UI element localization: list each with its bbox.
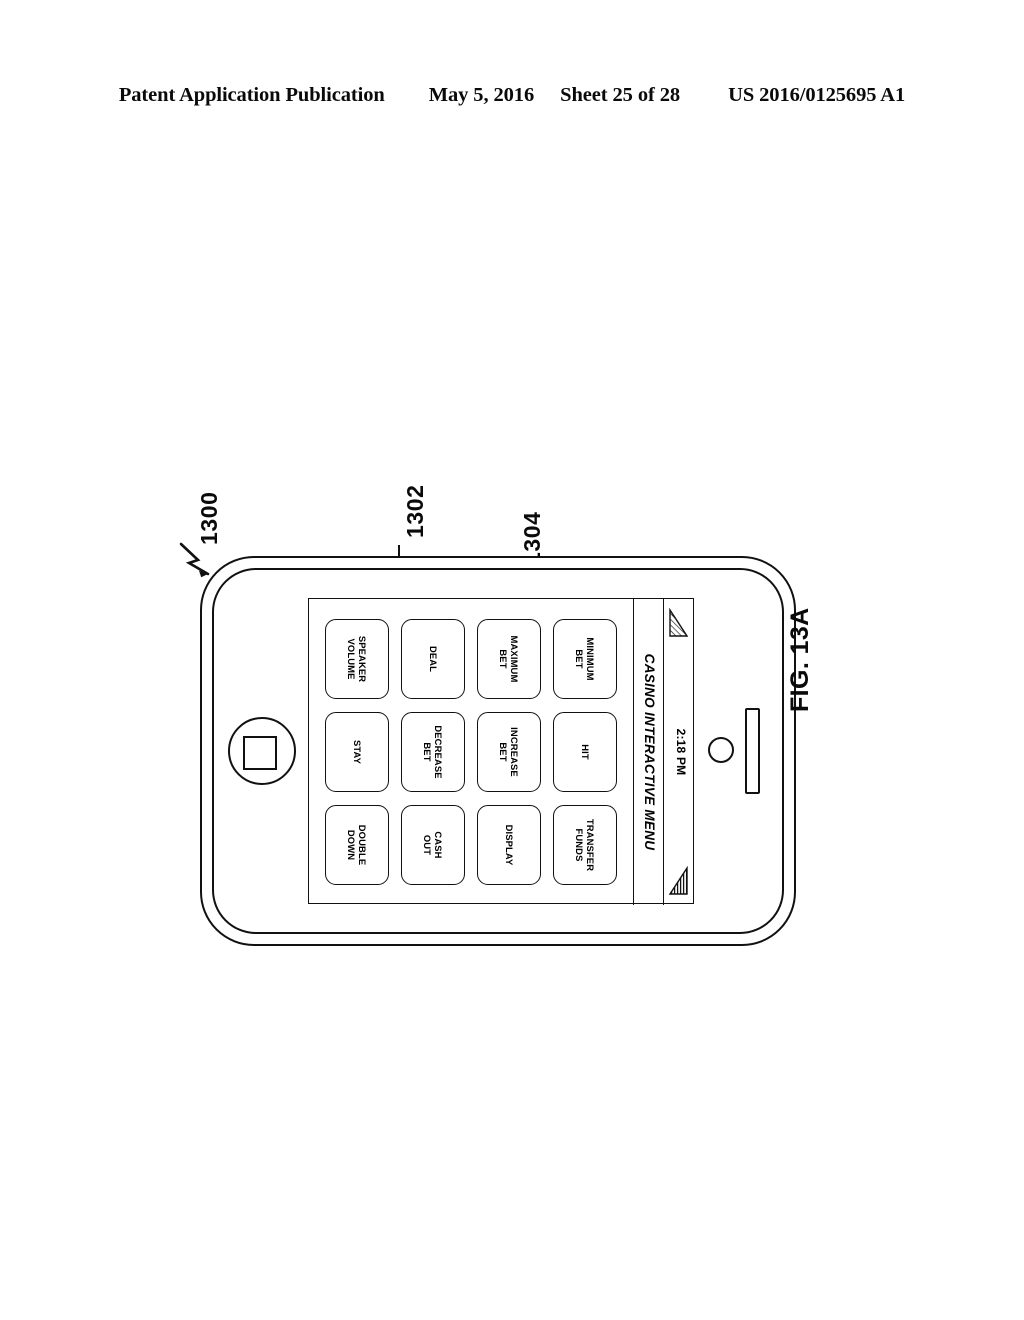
cash-out-button[interactable]: CASH OUT	[401, 805, 465, 885]
increase-bet-button[interactable]: INCREASE BET	[477, 712, 541, 792]
status-bar-time: 2:18 PM	[674, 728, 688, 776]
home-button[interactable]	[228, 717, 296, 785]
maximum-bet-button[interactable]: MAXIMUM BET	[477, 619, 541, 699]
hit-button[interactable]: HIT	[553, 712, 617, 792]
menu-title-text: CASINO INTERACTIVE MENU	[642, 653, 657, 851]
casino-menu-button-grid: MINIMUM BET HIT TRANSFER FUNDS MAXIMUM B…	[307, 599, 633, 905]
transfer-funds-button[interactable]: TRANSFER FUNDS	[553, 805, 617, 885]
battery-icon	[668, 866, 688, 895]
stay-button[interactable]: STAY	[325, 712, 389, 792]
patent-figure-13a: 1300 1302 1304 2:18 PM CASINO INTERACTIV…	[0, 0, 1024, 1320]
mobile-device: 2:18 PM CASINO INTERACTIVE MENU MINIMUM …	[200, 556, 796, 946]
double-down-button[interactable]: DOUBLE DOWN	[325, 805, 389, 885]
status-bar: 2:18 PM	[663, 599, 693, 905]
reference-numeral-1300: 1300	[196, 491, 222, 545]
mobile-device-wrapper: 2:18 PM CASINO INTERACTIVE MENU MINIMUM …	[200, 556, 796, 946]
front-camera-icon	[708, 737, 734, 763]
deal-button[interactable]: DEAL	[401, 619, 465, 699]
earpiece-speaker-icon	[745, 708, 760, 794]
touchscreen-display[interactable]: 2:18 PM CASINO INTERACTIVE MENU MINIMUM …	[307, 598, 694, 905]
figure-caption: FIG. 13A	[786, 607, 814, 712]
display-button[interactable]: DISPLAY	[477, 805, 541, 885]
reference-numeral-1302: 1302	[402, 484, 428, 538]
menu-title-bar: CASINO INTERACTIVE MENU	[633, 599, 663, 905]
speaker-volume-button[interactable]: SPEAKER VOLUME	[325, 619, 389, 699]
minimum-bet-button[interactable]: MINIMUM BET	[553, 619, 617, 699]
home-button-square-icon	[243, 736, 277, 770]
decrease-bet-button[interactable]: DECREASE BET	[401, 712, 465, 792]
